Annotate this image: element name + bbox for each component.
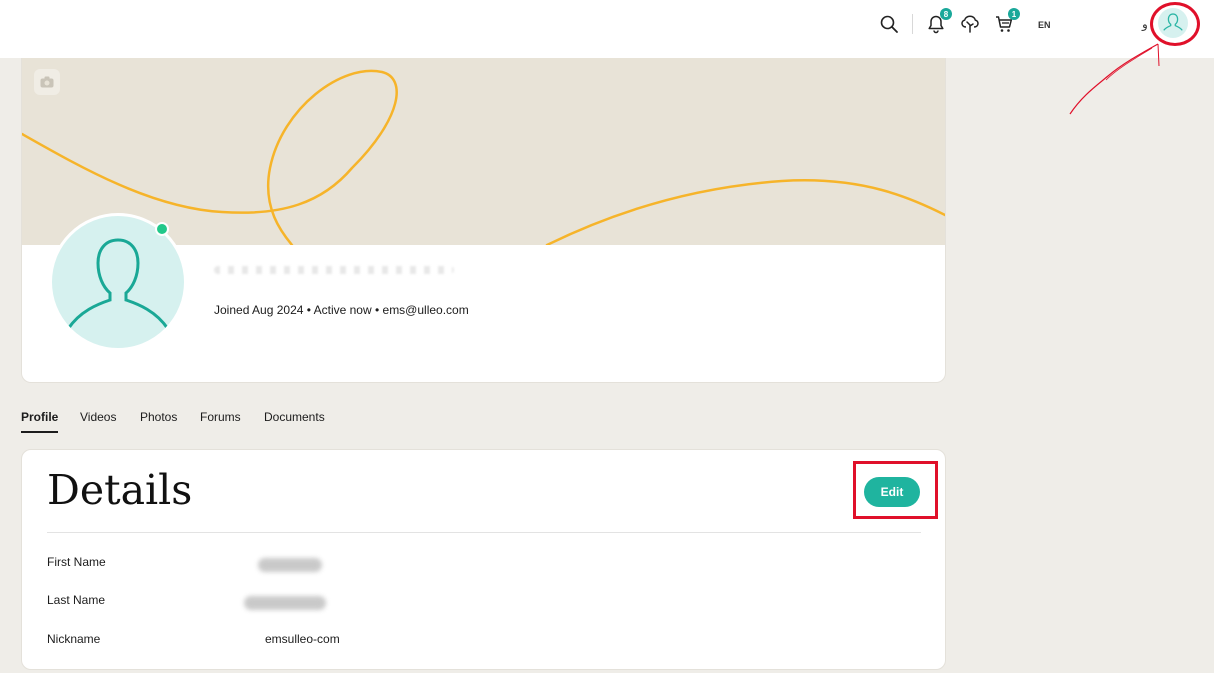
last-name-redaction	[244, 596, 326, 610]
tree-icon[interactable]	[958, 12, 982, 36]
notifications-button[interactable]: 8	[924, 8, 952, 36]
details-card: Details Edit First Name Last Name Nickna…	[21, 449, 946, 670]
user-avatar-icon	[66, 238, 170, 331]
first-name-redaction	[258, 558, 322, 572]
cart-button[interactable]: 1	[992, 8, 1020, 36]
first-name-label: First Name	[47, 555, 106, 569]
nickname-value: emsulleo-com	[265, 632, 340, 646]
search-icon[interactable]	[877, 12, 901, 36]
edit-button[interactable]: Edit	[864, 477, 920, 507]
change-cover-button[interactable]	[34, 69, 60, 95]
tab-forums[interactable]: Forums	[200, 409, 241, 433]
cart-badge: 1	[1008, 8, 1020, 20]
nickname-label: Nickname	[47, 632, 101, 646]
notifications-badge: 8	[940, 8, 952, 20]
tab-documents[interactable]: Documents	[264, 409, 325, 433]
details-divider	[47, 532, 921, 533]
header-divider	[912, 14, 913, 34]
user-menu-avatar[interactable]	[1158, 8, 1188, 38]
top-header: 8 1 EN و	[0, 0, 1214, 58]
tab-videos[interactable]: Videos	[80, 409, 116, 433]
language-switcher[interactable]: EN	[1038, 20, 1051, 30]
language-side-glyph: و	[1142, 17, 1148, 31]
profile-meta: Joined Aug 2024 • Active now • ems@ulleo…	[214, 303, 469, 317]
profile-card: Joined Aug 2024 • Active now • ems@ulleo…	[21, 58, 946, 383]
tab-photos[interactable]: Photos	[140, 409, 177, 433]
tab-profile[interactable]: Profile	[21, 409, 59, 433]
cover-photo	[22, 58, 945, 247]
cover-decoration	[22, 69, 945, 247]
profile-name-redacted	[214, 266, 454, 274]
online-status-indicator	[155, 222, 169, 236]
last-name-label: Last Name	[47, 593, 106, 607]
details-title: Details	[47, 466, 193, 514]
user-avatar-icon	[1163, 13, 1183, 31]
camera-icon	[40, 76, 54, 88]
